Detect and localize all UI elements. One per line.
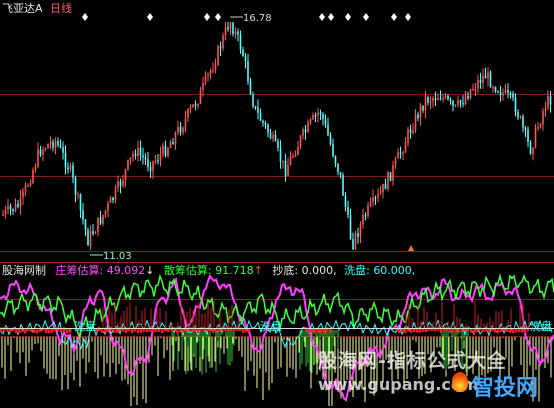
band-mark	[0, 327, 3, 332]
band-mark	[314, 328, 317, 333]
bottom-readout: 抄底: 0.000,	[272, 264, 337, 277]
candle	[47, 143, 49, 149]
watermark-brand-logo: 智投网	[472, 376, 539, 401]
band-mark	[398, 329, 401, 334]
candle	[167, 146, 169, 158]
indicator-name: 股海网制	[2, 264, 46, 277]
candle	[529, 140, 532, 155]
candle	[217, 44, 219, 66]
band-mark	[98, 327, 101, 332]
high-price-label: 16.78	[243, 13, 272, 24]
band-mark	[66, 329, 69, 334]
candle	[489, 70, 492, 88]
candle	[127, 159, 129, 171]
period-label: 日线	[50, 2, 73, 15]
low-price-label: 11.03	[103, 251, 132, 262]
band-mark	[317, 328, 320, 333]
band-mark	[215, 329, 218, 334]
indicator-header: 股海网制 庄筹估算: 49.092↓ 散筹估算: 91.718↑ 抄底: 0.0…	[2, 264, 415, 277]
candle	[387, 170, 389, 192]
band-mark	[15, 328, 18, 333]
band-mark	[12, 327, 15, 332]
band-mark	[24, 329, 27, 334]
band-mark	[45, 329, 48, 334]
band-mark	[33, 329, 36, 334]
band-mark	[320, 328, 323, 333]
candle	[534, 124, 537, 149]
candle	[354, 230, 357, 250]
band-mark	[512, 329, 515, 334]
candle	[342, 172, 344, 196]
washout-tag-2: 洗盘	[260, 319, 282, 333]
candle	[192, 104, 194, 108]
flame-logo-icon	[452, 372, 468, 392]
band-mark	[51, 328, 54, 333]
band-mark	[242, 329, 245, 334]
band-mark	[395, 327, 398, 332]
band-mark	[305, 327, 308, 332]
chart-title: 飞亚达A 日线	[2, 2, 72, 15]
band-mark	[326, 327, 329, 332]
candle	[469, 88, 472, 100]
washout-tag-3: 洗盘	[530, 319, 552, 333]
watermark-title: 股海网-指标公式大全	[318, 350, 507, 372]
band-mark	[36, 329, 39, 334]
candle	[389, 172, 392, 182]
washout-tag-1: 洗盘	[74, 319, 96, 333]
washout-readout: 洗盘: 60.000,	[344, 264, 416, 277]
band-mark	[323, 329, 326, 334]
band-mark	[57, 327, 60, 332]
band-mark	[63, 327, 66, 332]
stock-name: 飞亚达A	[2, 2, 43, 15]
main-chip-readout: 庄筹估算: 49.092↓	[55, 264, 155, 277]
band-mark	[69, 328, 72, 333]
band-mark	[239, 327, 242, 332]
band-mark	[48, 329, 51, 334]
band-mark	[329, 328, 332, 333]
band-mark	[9, 328, 12, 333]
candle	[87, 227, 89, 246]
band-mark	[308, 329, 311, 334]
retail-chip-readout: 散筹估算: 91.718↑	[163, 264, 263, 277]
band-mark	[3, 327, 6, 332]
band-mark	[18, 328, 21, 333]
